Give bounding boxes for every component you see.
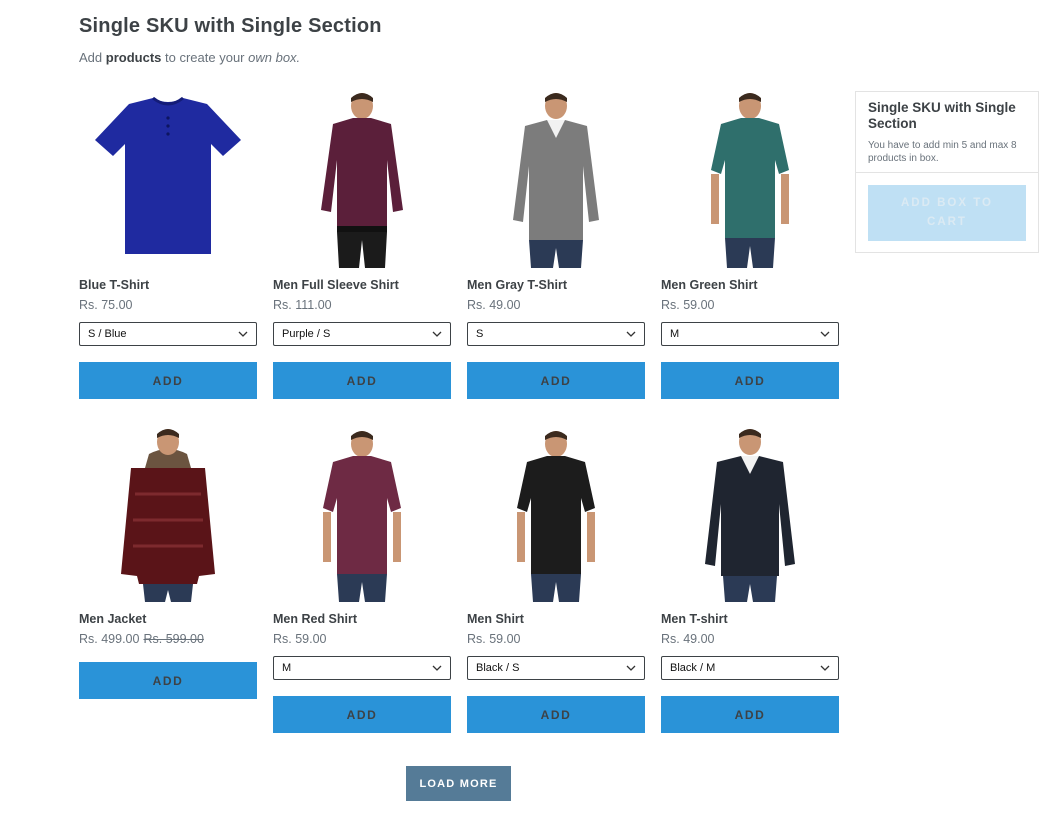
divider (856, 172, 1038, 173)
model-image (517, 431, 595, 602)
model-image (711, 93, 789, 268)
variant-value: S (476, 328, 484, 340)
product-price: Rs. 499.00 Rs. 599.00 (79, 632, 257, 650)
product-card-men-t-shirt: Men T-shirt Rs. 49.00 Black / M ADD (661, 424, 839, 733)
variant-select[interactable]: S (467, 322, 645, 346)
product-card-men-jacket: Men Jacket Rs. 499.00 Rs. 599.00 ADD (79, 424, 257, 699)
price-value: Rs. 49.00 (467, 298, 521, 312)
price-value: Rs. 111.00 (273, 298, 332, 312)
product-image[interactable] (273, 424, 451, 602)
product-price: Rs. 49.00 (467, 298, 645, 316)
product-price: Rs. 59.00 (661, 298, 839, 316)
model-image (321, 93, 403, 268)
price-value: Rs. 59.00 (661, 298, 715, 312)
product-price: Rs. 49.00 (661, 632, 839, 650)
t-shirt-image (95, 96, 241, 254)
add-button[interactable]: ADD (661, 362, 839, 399)
variant-select[interactable]: M (273, 656, 451, 680)
chevron-down-icon (626, 665, 636, 671)
model-image (121, 429, 215, 602)
variant-select[interactable]: Purple / S (273, 322, 451, 346)
product-price: Rs. 75.00 (79, 298, 257, 316)
chevron-down-icon (626, 331, 636, 337)
product-card-men-shirt: Men Shirt Rs. 59.00 Black / S ADD (467, 424, 645, 733)
compare-price: Rs. 599.00 (143, 632, 204, 646)
product-name[interactable]: Men Green Shirt (661, 278, 839, 296)
product-price: Rs. 111.00 (273, 298, 451, 316)
chevron-down-icon (238, 331, 248, 337)
product-card-men-green-shirt: Men Green Shirt Rs. 59.00 M ADD (661, 90, 839, 399)
variant-value: M (282, 662, 292, 674)
add-button[interactable]: ADD (273, 696, 451, 733)
product-image[interactable] (661, 90, 839, 268)
product-card-men-gray-t-shirt: Men Gray T-Shirt Rs. 49.00 S ADD (467, 90, 645, 399)
page-subtitle: Add products to create your own box. (79, 50, 300, 65)
variant-value: Purple / S (282, 328, 331, 340)
product-image[interactable] (79, 424, 257, 602)
price-value: Rs. 49.00 (661, 632, 715, 646)
variant-select[interactable]: M (661, 322, 839, 346)
box-summary-panel: Single SKU with Single Section You have … (855, 91, 1039, 253)
add-button[interactable]: ADD (79, 362, 257, 399)
chevron-down-icon (432, 665, 442, 671)
product-name[interactable]: Men T-shirt (661, 612, 839, 630)
price-value: Rs. 59.00 (467, 632, 521, 646)
subtitle-bold: products (105, 50, 162, 65)
product-image[interactable] (273, 90, 451, 268)
subtitle-italic: own box. (248, 50, 301, 65)
product-card-men-red-shirt: Men Red Shirt Rs. 59.00 M ADD (273, 424, 451, 733)
product-name[interactable]: Men Shirt (467, 612, 645, 630)
chevron-down-icon (820, 665, 830, 671)
variant-select[interactable]: S / Blue (79, 322, 257, 346)
add-button[interactable]: ADD (467, 362, 645, 399)
variant-value: S / Blue (88, 328, 127, 340)
variant-value: Black / S (476, 662, 520, 674)
variant-select[interactable]: Black / S (467, 656, 645, 680)
box-panel-title: Single SKU with Single Section (868, 100, 1016, 131)
model-image (513, 93, 599, 268)
product-card-blue-t-shirt: Blue T-Shirt Rs. 75.00 S / Blue ADD (79, 90, 257, 399)
chevron-down-icon (820, 331, 830, 337)
load-more-button[interactable]: LOAD MORE (406, 766, 511, 801)
product-name[interactable]: Men Jacket (79, 612, 257, 630)
product-price: Rs. 59.00 (467, 632, 645, 650)
model-image (323, 431, 401, 602)
price-value: Rs. 499.00 (79, 632, 140, 646)
product-card-men-full-sleeve-shirt: Men Full Sleeve Shirt Rs. 111.00 Purple … (273, 90, 451, 399)
product-image[interactable] (467, 90, 645, 268)
variant-select[interactable]: Black / M (661, 656, 839, 680)
product-name[interactable]: Men Gray T-Shirt (467, 278, 645, 296)
product-name[interactable]: Men Red Shirt (273, 612, 451, 630)
product-name[interactable]: Men Full Sleeve Shirt (273, 278, 451, 296)
chevron-down-icon (432, 331, 442, 337)
product-price: Rs. 59.00 (273, 632, 451, 650)
subtitle-mid: to create your (165, 50, 245, 65)
product-name[interactable]: Blue T-Shirt (79, 278, 257, 296)
product-image[interactable] (467, 424, 645, 602)
page-title: Single SKU with Single Section (79, 15, 382, 37)
variant-value: Black / M (670, 662, 716, 674)
box-panel-description: You have to add min 5 and max 8 products… (868, 140, 1017, 164)
price-value: Rs. 75.00 (79, 298, 133, 312)
add-box-to-cart-button[interactable]: ADD BOX TO CART (868, 185, 1026, 241)
subtitle-prefix: Add (79, 50, 103, 65)
variant-value: M (670, 328, 680, 340)
product-image[interactable] (79, 90, 257, 268)
model-image (705, 429, 795, 602)
product-image[interactable] (661, 424, 839, 602)
price-value: Rs. 59.00 (273, 632, 327, 646)
add-button[interactable]: ADD (273, 362, 451, 399)
add-button[interactable]: ADD (467, 696, 645, 733)
add-button[interactable]: ADD (79, 662, 257, 699)
add-button[interactable]: ADD (661, 696, 839, 733)
